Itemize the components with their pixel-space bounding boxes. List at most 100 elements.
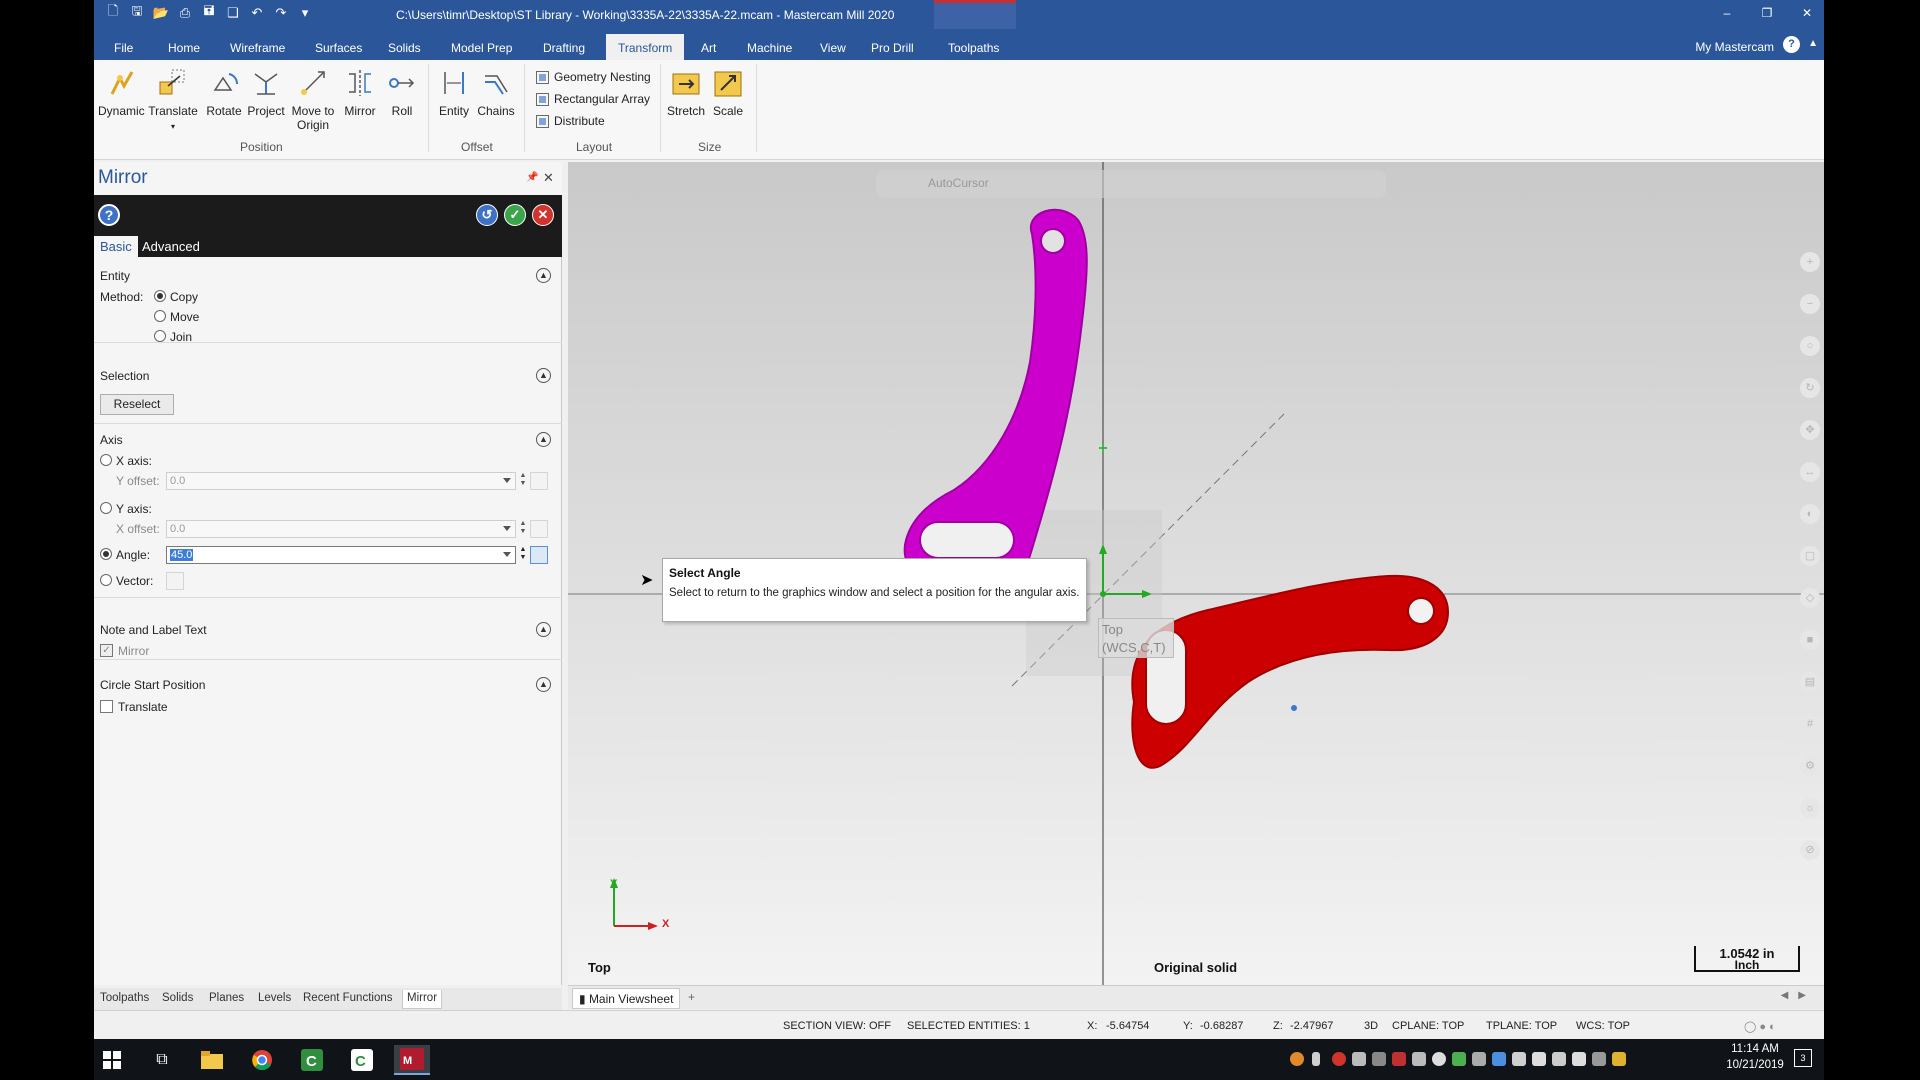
bookmark-icon[interactable]: ❏ xyxy=(224,4,242,22)
move-radio[interactable] xyxy=(154,310,166,322)
tab-model-prep[interactable]: Model Prep xyxy=(439,34,524,60)
tab-file[interactable]: File xyxy=(102,34,145,60)
tab-mirror-panel[interactable]: Mirror xyxy=(402,990,443,1009)
rectangular-array-button[interactable]: Rectangular Array xyxy=(536,90,650,108)
close-icon[interactable]: ✕ xyxy=(1798,4,1816,22)
pin-icon[interactable]: 📌 xyxy=(526,172,538,183)
microphone-icon[interactable] xyxy=(1312,1052,1320,1066)
restore-icon[interactable]: ❐ xyxy=(1758,4,1776,22)
add-viewsheet-button[interactable]: + xyxy=(688,990,695,1004)
volume-icon[interactable] xyxy=(1572,1052,1586,1066)
y-offset-select-button[interactable] xyxy=(530,472,548,490)
vector-select-button[interactable] xyxy=(166,572,184,590)
tab-pro-drill[interactable]: Pro Drill xyxy=(859,34,926,60)
cplane-status[interactable]: CPLANE: TOP xyxy=(1392,1020,1464,1032)
new-file-icon[interactable]: 🗋 xyxy=(104,3,122,22)
tab-advanced[interactable]: Advanced xyxy=(136,236,206,257)
tab-toolpaths-manager[interactable]: Toolpaths xyxy=(96,990,153,1009)
tray-icon[interactable] xyxy=(1372,1052,1386,1066)
join-radio[interactable] xyxy=(154,330,166,342)
tab-levels-manager[interactable]: Levels xyxy=(254,990,295,1009)
settings-icon[interactable]: ⚙ xyxy=(1800,756,1820,776)
move-to-origin-button[interactable]: Move to Origin xyxy=(288,66,338,132)
mirror-button[interactable]: Mirror xyxy=(340,66,380,118)
offset-chains-button[interactable]: Chains xyxy=(476,66,516,118)
onedrive-icon[interactable] xyxy=(1432,1052,1446,1066)
clock-date[interactable]: 10/21/2019 xyxy=(1720,1059,1790,1071)
tab-recent-functions[interactable]: Recent Functions xyxy=(299,990,397,1009)
tray-app-icon[interactable] xyxy=(1290,1052,1304,1066)
angle-field[interactable]: 45.0 xyxy=(166,546,516,564)
tray-icon[interactable] xyxy=(1472,1052,1486,1066)
close-panel-icon[interactable]: ✕ xyxy=(543,170,554,186)
x-axis-radio[interactable] xyxy=(100,454,112,466)
wireframe-view-icon[interactable]: ▢ xyxy=(1800,546,1820,566)
display-icon[interactable] xyxy=(1532,1052,1546,1066)
section-icon[interactable]: ▤ xyxy=(1800,672,1820,692)
reselect-button[interactable]: Reselect xyxy=(100,394,174,415)
light-icon[interactable]: ☼ xyxy=(1800,798,1820,818)
select-angle-button[interactable] xyxy=(530,546,548,564)
tplane-status[interactable]: TPLANE: TOP xyxy=(1486,1020,1557,1032)
save-as-icon[interactable]: 🖬 xyxy=(200,3,218,22)
tab-art[interactable]: Art xyxy=(689,34,728,60)
tab-transform[interactable]: Transform xyxy=(606,34,685,60)
tab-toolpaths[interactable]: Toolpaths xyxy=(936,34,1011,60)
pan-icon[interactable]: ✥ xyxy=(1800,420,1820,440)
zoom-out-icon[interactable]: − xyxy=(1800,294,1820,314)
chrome-icon[interactable] xyxy=(244,1045,280,1075)
save-icon[interactable]: 🖫 xyxy=(128,3,146,22)
print-icon[interactable]: ⎙ xyxy=(176,4,194,22)
clock-time[interactable]: 11:14 AM xyxy=(1720,1043,1790,1055)
copy-radio[interactable] xyxy=(154,290,166,302)
roll-button[interactable]: Roll xyxy=(382,66,422,118)
fit-icon[interactable]: ○ xyxy=(1800,336,1820,356)
collapse-ribbon-icon[interactable]: ▲ xyxy=(1808,38,1818,49)
camtasia-icon[interactable]: C xyxy=(294,1045,330,1075)
bluetooth-icon[interactable] xyxy=(1492,1052,1506,1066)
tab-view[interactable]: View xyxy=(808,34,858,60)
main-viewsheet-tab[interactable]: ▮ Main Viewsheet xyxy=(572,988,681,1009)
angle-spinner[interactable]: ▲ ▼ xyxy=(518,546,528,564)
translate-button[interactable]: Translate ▾ xyxy=(148,66,198,134)
tab-solids-manager[interactable]: Solids xyxy=(158,990,197,1009)
redo-icon[interactable]: ↷ xyxy=(272,4,290,22)
geometry-nesting-button[interactable]: Geometry Nesting xyxy=(536,68,651,86)
y-axis-radio[interactable] xyxy=(100,502,112,514)
mode-toggle[interactable]: 3D xyxy=(1364,1020,1378,1032)
autocursor-toolbar[interactable]: AutoCursor xyxy=(876,170,1386,198)
collapse-icon[interactable]: ▲ xyxy=(536,368,551,383)
collapse-icon[interactable]: ▲ xyxy=(536,622,551,637)
collapse-icon[interactable]: ▲ xyxy=(536,677,551,692)
viewsheet-scroll-arrows[interactable]: ◀▶ xyxy=(1781,990,1816,1001)
shading-icon[interactable]: ◐ xyxy=(1800,504,1820,524)
rotate-view-icon[interactable]: ↻ xyxy=(1800,378,1820,398)
section-view-status[interactable]: SECTION VIEW: OFF xyxy=(783,1020,891,1032)
distribute-button[interactable]: Distribute xyxy=(536,112,605,130)
vector-radio[interactable] xyxy=(100,574,112,586)
recording-icon[interactable] xyxy=(1332,1052,1346,1066)
wcs-status[interactable]: WCS: TOP xyxy=(1576,1020,1630,1032)
y-offset-field[interactable]: 0.0 xyxy=(166,472,516,490)
z-coord-value[interactable]: -2.47967 xyxy=(1290,1020,1333,1032)
undo-icon[interactable]: ↶ xyxy=(248,4,266,22)
customize-qat-icon[interactable]: ▾ xyxy=(296,4,314,22)
tab-planes-manager[interactable]: Planes xyxy=(205,990,248,1009)
zoom-in-icon[interactable]: + xyxy=(1800,252,1820,272)
cancel-icon[interactable]: ✕ xyxy=(532,204,554,226)
tab-drafting[interactable]: Drafting xyxy=(531,34,597,60)
tray-icon[interactable] xyxy=(1592,1052,1606,1066)
notifications-icon[interactable]: 3 xyxy=(1794,1049,1812,1067)
mastercam-taskbar-icon[interactable]: M xyxy=(394,1045,430,1075)
my-mastercam-link[interactable]: My Mastercam xyxy=(1695,40,1774,54)
rotate-button[interactable]: Rotate xyxy=(204,66,244,118)
keyboard-icon[interactable] xyxy=(1352,1052,1366,1066)
x-offset-select-button[interactable] xyxy=(530,520,548,538)
tray-icon[interactable] xyxy=(1392,1052,1406,1066)
measure-icon[interactable]: ↔ xyxy=(1800,462,1820,482)
help-icon[interactable]: ? xyxy=(98,204,120,226)
apply-icon[interactable]: ↺ xyxy=(476,204,498,226)
help-icon[interactable]: ? xyxy=(1783,36,1800,53)
stretch-button[interactable]: Stretch xyxy=(666,66,706,118)
tab-solids[interactable]: Solids xyxy=(376,34,433,60)
